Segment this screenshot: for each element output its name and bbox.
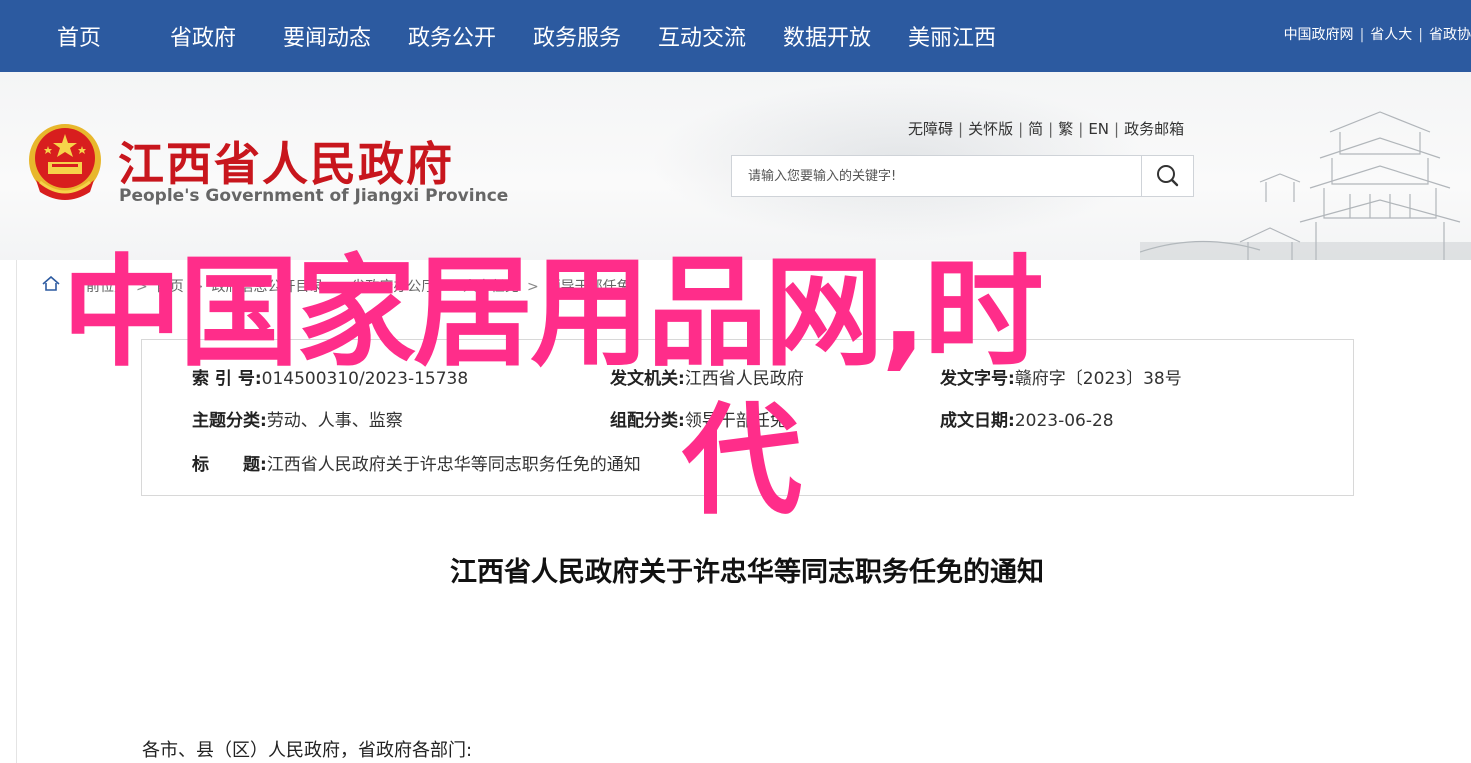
nav-item-home[interactable]: 首页 [57,20,101,52]
divider: | [1018,120,1024,138]
divider: | [1359,27,1365,43]
pagoda-illustration [1140,111,1471,260]
search-input[interactable] [732,156,1142,196]
divider: | [958,120,964,138]
overlay-line-1: 中国家居用品网,时 [62,244,1044,383]
divider: | [1418,27,1423,43]
nav-item-gov-services[interactable]: 政务服务 [533,20,621,52]
nav-item-provincial-gov[interactable]: 省政府 [170,20,236,52]
nav-item-gov-affairs-disclosure[interactable]: 政务公开 [408,20,496,52]
external-links: 中国政府网 | 省人大 | 省政协 [1284,24,1471,44]
nav-item-news[interactable]: 要闻动态 [283,20,371,52]
site-header: 江西省人民政府 People's Government of Jiangxi P… [0,72,1471,260]
site-title[interactable]: 江西省人民政府 [118,128,454,194]
site-subtitle: People's Government of Jiangxi Province [119,186,509,206]
care-mode-link[interactable]: 关怀版 [968,120,1013,138]
simplified-chinese-link[interactable]: 简 [1028,120,1043,138]
nav-item-beautiful-jiangxi[interactable]: 美丽江西 [908,20,996,52]
traditional-chinese-link[interactable]: 繁 [1058,120,1073,138]
search-box [731,155,1194,197]
overlay-line-2: 代 [682,392,802,531]
nav-item-interaction[interactable]: 互动交流 [658,20,746,52]
divider: | [1048,120,1054,138]
link-china-gov[interactable]: 中国政府网 [1284,27,1354,43]
divider: | [1078,120,1084,138]
national-emblem-icon [29,124,101,200]
article-title: 江西省人民政府关于许忠华等同志职务任免的通知 [450,557,1044,588]
article-greeting: 各市、县（区）人民政府，省政府各部门: [142,740,473,761]
overlay-watermark-text: 中国家居用品网,时 代 [62,240,1362,536]
nav-item-open-data[interactable]: 数据开放 [783,20,871,52]
link-provincial-cppcc[interactable]: 省政协 [1429,27,1471,43]
home-icon [42,276,60,291]
divider: | [1114,120,1120,138]
english-link[interactable]: EN [1088,120,1109,138]
link-provincial-congress[interactable]: 省人大 [1370,27,1412,43]
accessibility-link[interactable]: 无障碍 [908,120,953,138]
top-navigation-bar: 首页 省政府 要闻动态 政务公开 政务服务 互动交流 数据开放 美丽江西 中国政… [0,0,1471,72]
